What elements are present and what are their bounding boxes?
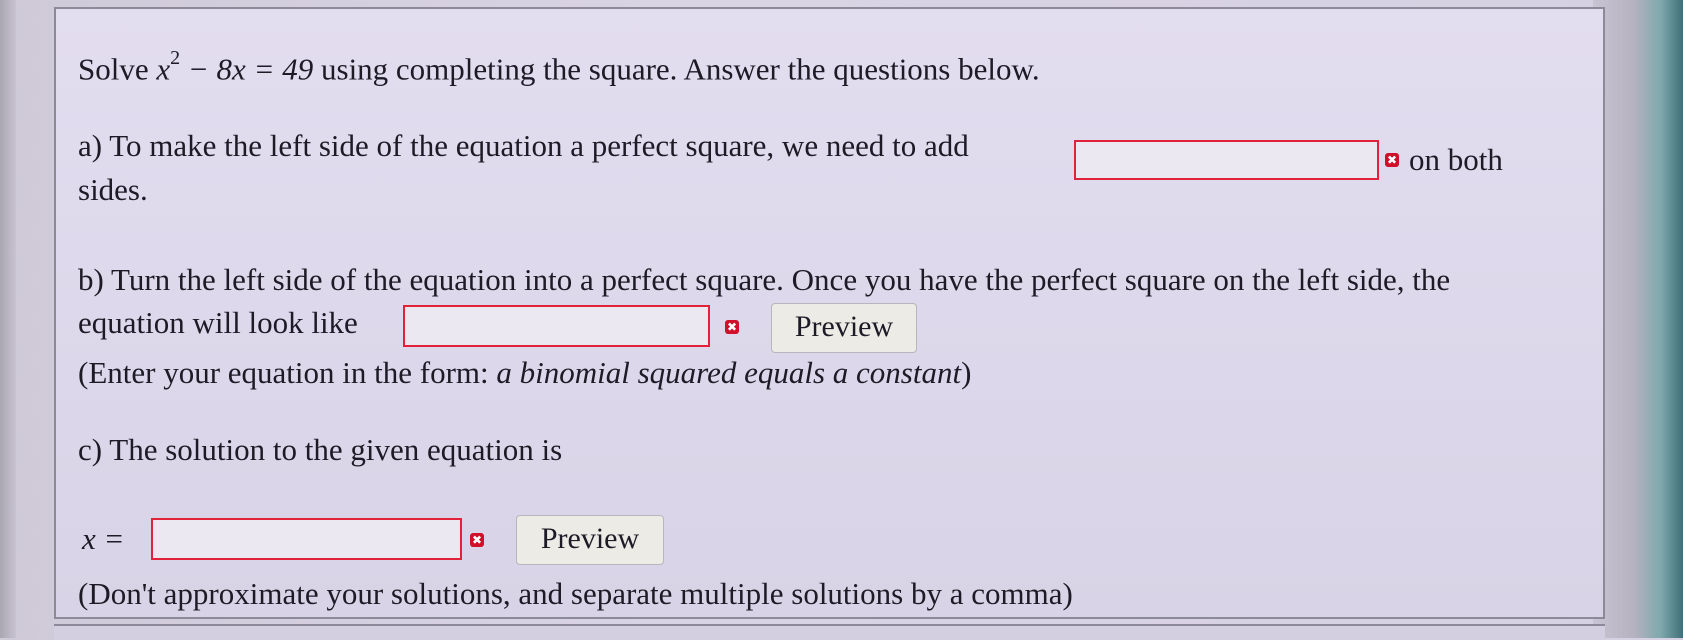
hint-suffix: ) [961, 355, 972, 390]
left-edge-strip [0, 0, 16, 638]
part-b-text-line2: equation will look like [78, 305, 358, 340]
part-b-text: b) Turn the left side of the equation in… [78, 262, 1451, 297]
equation-rest: − 8x = 49 [180, 51, 314, 87]
problem-statement: Solve x2 − 8x = 49 using completing the … [78, 44, 1040, 87]
part-a-answer-input[interactable] [1074, 140, 1379, 180]
part-b-answer-input[interactable] [403, 305, 710, 347]
part-c-error-icon: ✖ [470, 533, 484, 547]
part-a-text: a) To make the left side of the equation… [78, 128, 969, 163]
part-a-error-icon: ✖ [1385, 153, 1399, 167]
part-c-answer-input[interactable] [151, 518, 462, 560]
part-c-text: c) The solution to the given equation is [78, 432, 563, 467]
problem-intro-prefix: Solve [78, 51, 157, 87]
part-b-hint: (Enter your equation in the form: a bino… [78, 355, 971, 391]
x-equals-label: x = [82, 521, 125, 556]
equation-variable: x [156, 51, 171, 87]
right-edge-background [1593, 0, 1683, 638]
part-b-preview-button[interactable]: Preview [771, 303, 917, 353]
part-c-preview-button[interactable]: Preview [516, 515, 664, 565]
problem-intro-suffix: using completing the square. Answer the … [313, 51, 1040, 87]
hint-italic: a binomial squared equals a constant [496, 355, 962, 390]
equation-exponent: 2 [170, 47, 181, 69]
hint-prefix: (Enter your equation in the form: [78, 355, 497, 390]
part-c-note: (Don't approximate your solutions, and s… [78, 576, 1073, 611]
part-a-text-after: on both [1409, 142, 1503, 177]
part-a-text-wrap: sides. [78, 172, 148, 207]
part-b-error-icon: ✖ [725, 320, 739, 334]
